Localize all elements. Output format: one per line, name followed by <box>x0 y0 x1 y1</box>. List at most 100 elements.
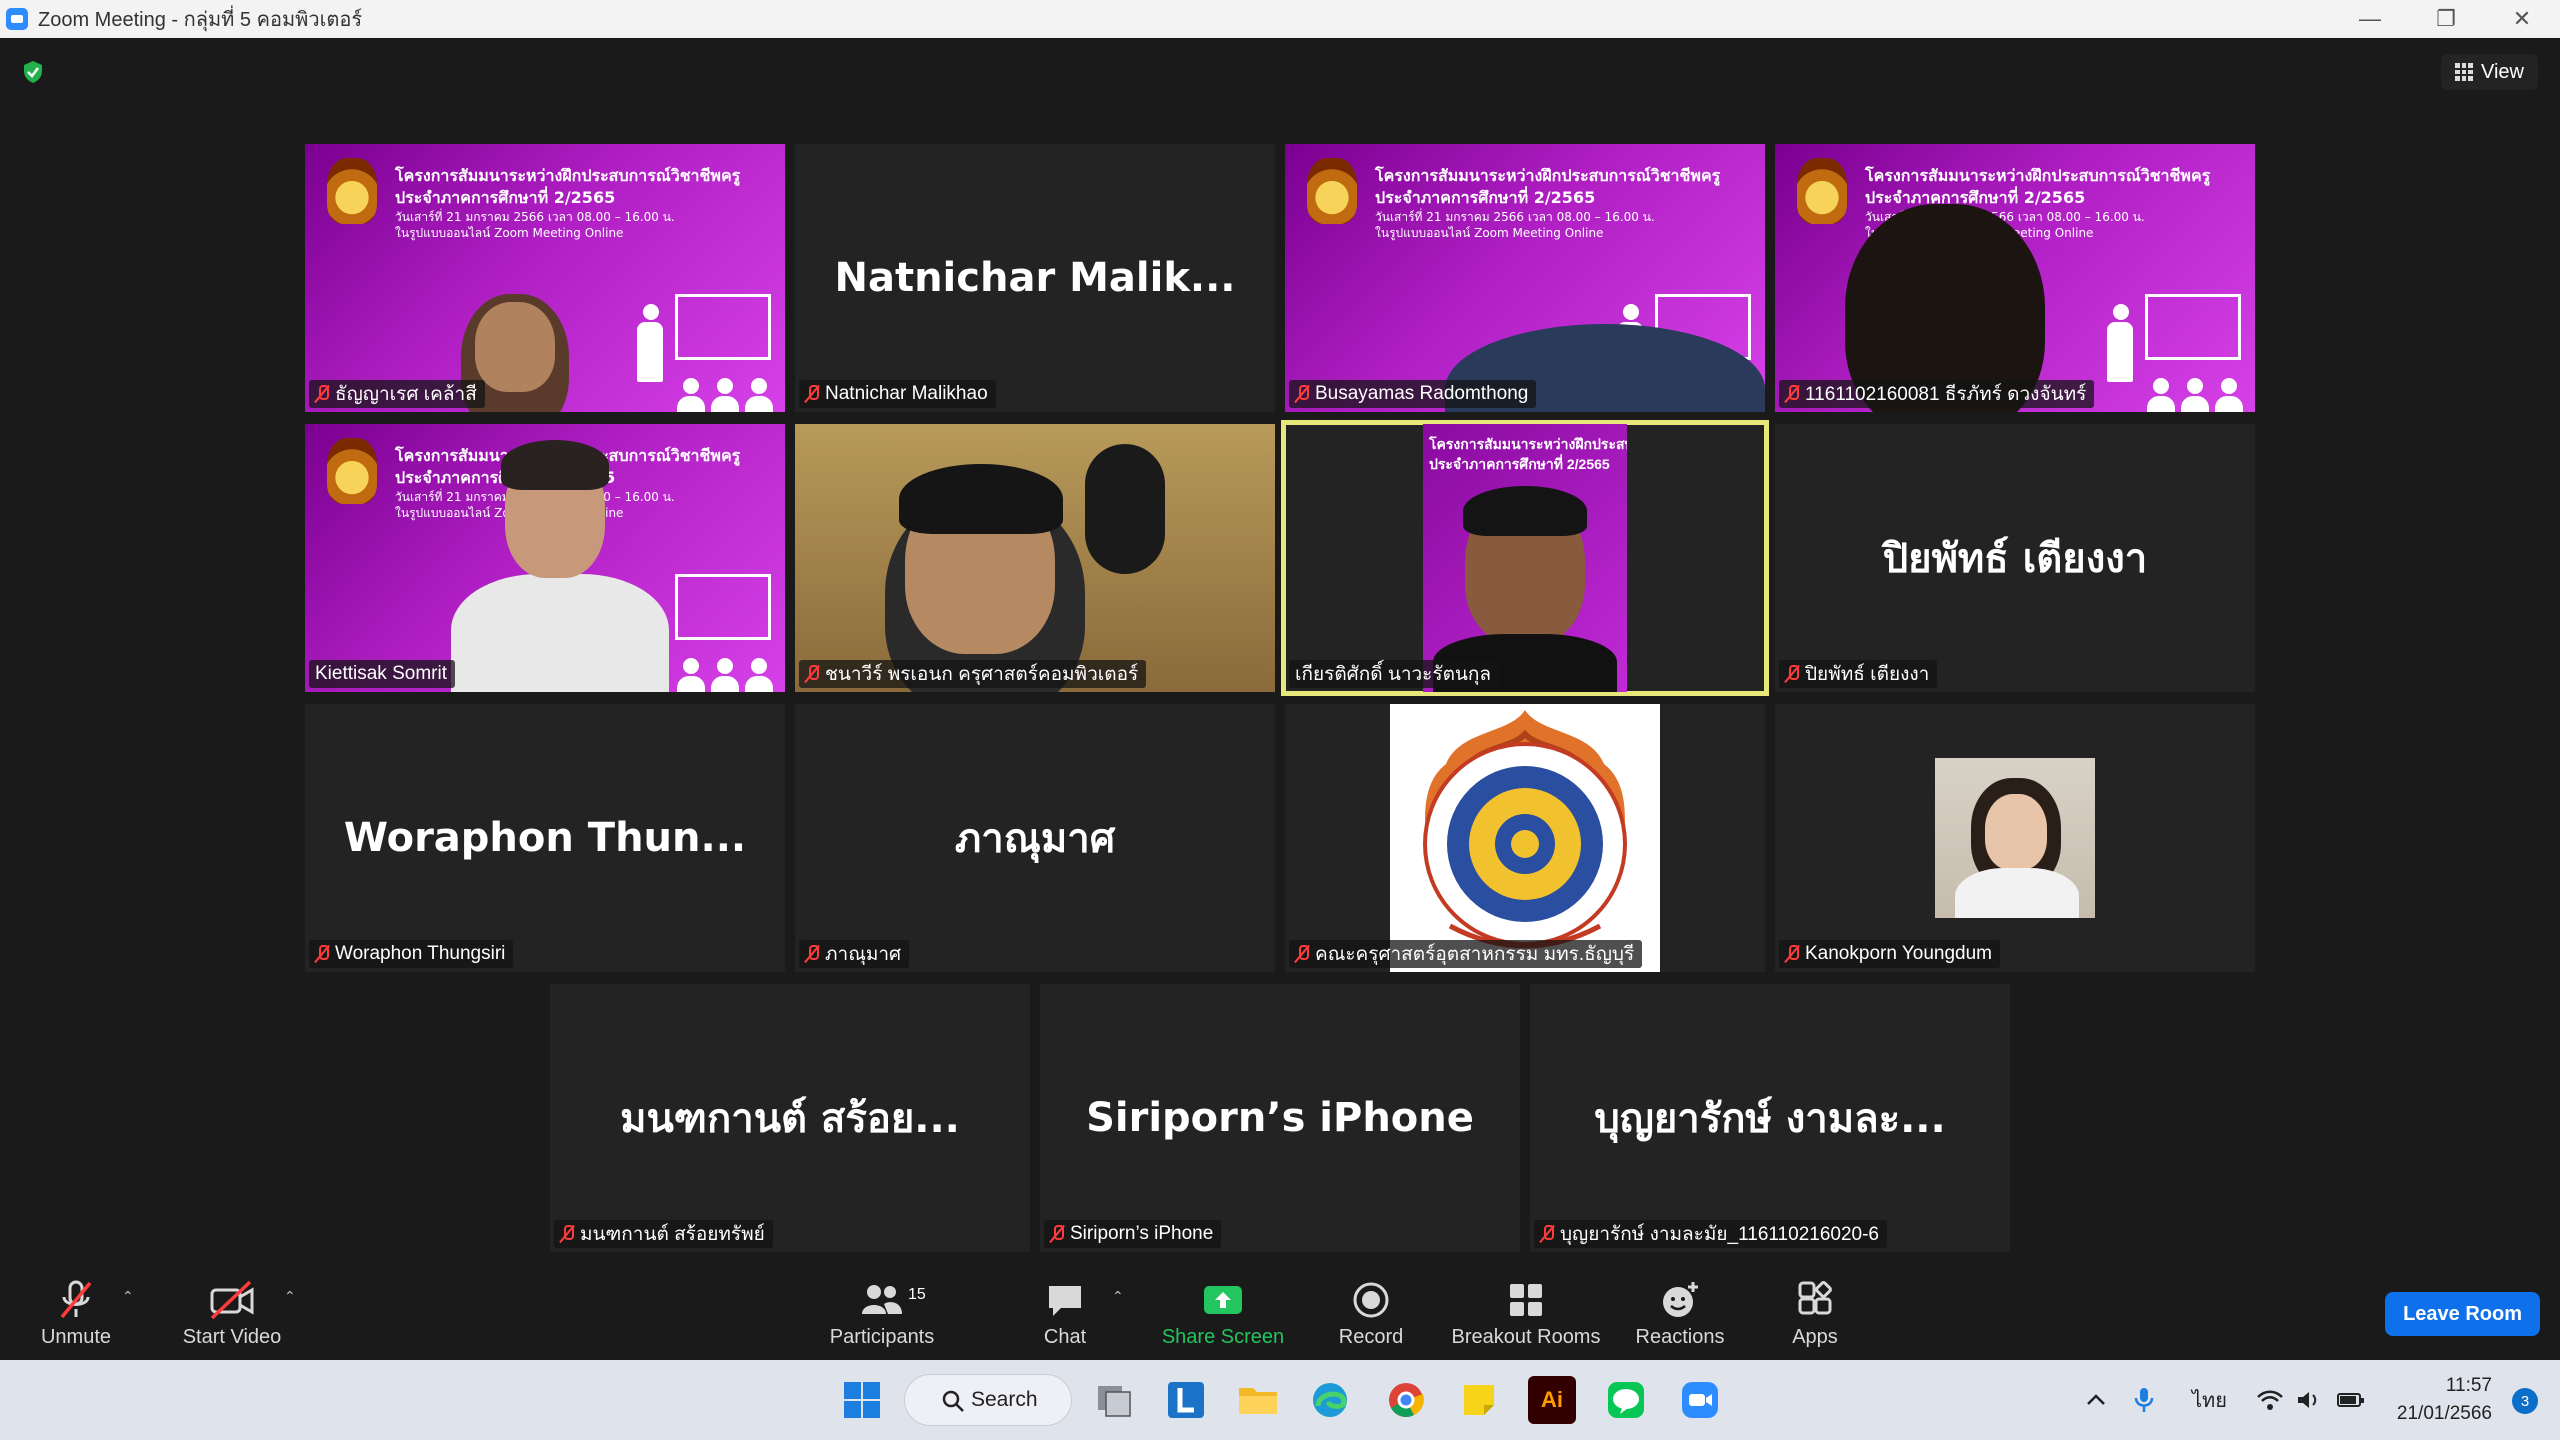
muted-mic-icon <box>1050 1224 1064 1244</box>
battery-icon[interactable] <box>2336 1360 2366 1440</box>
breakout-rooms-icon <box>1510 1284 1542 1316</box>
participant-display-name: ปิยพัทธ์ เตียงงา <box>1882 536 2148 582</box>
microphone-object <box>1085 444 1165 574</box>
muted-mic-icon <box>1295 944 1309 964</box>
participant-display-name: ภาณุมาศ <box>954 816 1116 862</box>
task-view-icon[interactable] <box>1090 1376 1138 1424</box>
participant-name-label: 1161102160081 ธีรภัทร์ ดวงจันทร์ <box>1779 380 2095 408</box>
participant-name-label: Busayamas Radomthong <box>1289 380 1537 408</box>
muted-mic-icon <box>1785 944 1799 964</box>
apps-button[interactable]: Apps <box>1775 1278 1855 1356</box>
video-tile[interactable]: ชนาวีร์ พรเอนก ครุศาสตร์คอมพิวเตอร์ <box>795 424 1275 692</box>
windows-start-icon[interactable] <box>838 1376 886 1424</box>
windows-taskbar: Search Ai ไทย 11:57 21/01/2566 3 <box>0 1360 2560 1440</box>
muted-mic-icon <box>1295 384 1309 404</box>
breakout-rooms-button[interactable]: Breakout Rooms <box>1448 1278 1604 1356</box>
encryption-shield-icon[interactable] <box>22 60 44 84</box>
video-tile[interactable]: โครงการสัมมนาระหว่างฝึกประสบการณ์วิชาชีพ… <box>1285 144 1765 412</box>
video-tile[interactable]: Kanokporn Youngdum <box>1775 704 2255 972</box>
l-app-icon[interactable] <box>1162 1376 1210 1424</box>
video-tile[interactable]: คณะครุศาสตร์อุตสาหกรรม มทร.ธัญบุรี <box>1285 704 1765 972</box>
participants-count: 15 <box>908 1286 926 1303</box>
chat-bubble-icon <box>1049 1286 1081 1316</box>
title-bar: Zoom Meeting - กลุ่มที่ 5 คอมพิวเตอร์ — … <box>0 0 2560 38</box>
window-title: Zoom Meeting - กลุ่มที่ 5 คอมพิวเตอร์ <box>38 9 363 31</box>
muted-mic-icon <box>560 1224 574 1244</box>
muted-mic-icon <box>805 664 819 684</box>
chrome-browser-icon[interactable] <box>1382 1376 1430 1424</box>
reactions-button[interactable]: Reactions <box>1630 1278 1730 1356</box>
university-emblem-icon <box>327 438 377 504</box>
video-tile[interactable]: โครงการสัมมนาระหว่างฝึกประสบการณ์วิชาชีพ… <box>305 144 785 412</box>
video-tile[interactable]: โครงการสัมมนาระหว่างฝึกประสบการณ์วิชาชีพ… <box>305 424 785 692</box>
microphone-muted-icon <box>60 1280 92 1319</box>
meeting-area: View โครงการสัมมนาระหว่างฝึกประสบการณ์วิ… <box>0 38 2560 1268</box>
taskbar-search[interactable]: Search <box>904 1374 1072 1426</box>
unmute-button[interactable]: Unmute <box>36 1278 116 1356</box>
university-emblem-icon <box>1797 158 1847 224</box>
participant-name-label: Natnichar Malikhao <box>799 380 996 408</box>
university-emblem-icon <box>1307 158 1357 224</box>
edge-browser-icon[interactable] <box>1306 1376 1354 1424</box>
zoom-logo-icon <box>6 8 28 30</box>
participants-icon <box>862 1285 902 1314</box>
participant-display-name: บุญยารักษ์ งามละ... <box>1594 1096 1946 1142</box>
university-emblem-icon <box>327 158 377 224</box>
participant-name-label: ภาณุมาศ <box>799 940 910 968</box>
university-logo-icon <box>1423 710 1627 949</box>
record-button[interactable]: Record <box>1331 1278 1411 1356</box>
video-tile[interactable]: Natnichar Malik... Natnichar Malikhao <box>795 144 1275 412</box>
video-tile[interactable]: ปิยพัทธ์ เตียงงา ปิยพัทธ์ เตียงงา <box>1775 424 2255 692</box>
tray-microphone-icon[interactable] <box>2134 1360 2154 1440</box>
video-tile[interactable]: บุญยารักษ์ งามละ... บุญยารักษ์ งามละมัย_… <box>1530 984 2010 1252</box>
muted-mic-icon <box>315 944 329 964</box>
participant-display-name: Natnichar Malik... <box>834 255 1236 301</box>
view-button-label: View <box>2481 60 2524 83</box>
participant-name-label: บุญยารักษ์ งามละมัย_116110216020-6 <box>1534 1220 1887 1248</box>
video-tile[interactable]: มนฑกานต์ สร้อย... มนฑกานต์ สร้อยทรัพย์ <box>550 984 1030 1252</box>
input-language-indicator[interactable]: ไทย <box>2192 1360 2227 1440</box>
video-tile[interactable]: ภาณุมาศ ภาณุมาศ <box>795 704 1275 972</box>
video-tile[interactable]: Siriporn’s iPhone Siriporn’s iPhone <box>1040 984 1520 1252</box>
close-button[interactable]: ✕ <box>2484 0 2560 38</box>
file-explorer-icon[interactable] <box>1234 1376 1282 1424</box>
video-tile[interactable]: Woraphon Thun... Woraphon Thungsiri <box>305 704 785 972</box>
grid-view-icon <box>2455 63 2473 81</box>
chat-button[interactable]: Chat <box>1025 1278 1105 1356</box>
video-camera-off-icon <box>210 1280 254 1320</box>
meeting-toolbar: Unmute ⌃ Start Video ⌃ Participants 15 C… <box>0 1268 2560 1360</box>
participant-name-label: มนฑกานต์ สร้อยทรัพย์ <box>554 1220 773 1248</box>
participant-name-label: ธัญญาเรศ เคล้าสี <box>309 380 485 408</box>
tray-overflow-chevron[interactable] <box>2084 1360 2108 1440</box>
system-clock[interactable]: 11:57 21/01/2566 <box>2397 1372 2492 1428</box>
sticky-notes-icon[interactable] <box>1455 1376 1503 1424</box>
illustrator-icon[interactable]: Ai <box>1528 1376 1576 1424</box>
notification-badge[interactable]: 3 <box>2512 1388 2538 1414</box>
minimize-button[interactable]: — <box>2332 0 2408 38</box>
leave-room-button[interactable]: Leave Room <box>2385 1292 2540 1336</box>
audio-options-caret[interactable]: ⌃ <box>122 1288 140 1306</box>
restore-button[interactable]: ❐ <box>2408 0 2484 38</box>
zoom-window: Zoom Meeting - กลุ่มที่ 5 คอมพิวเตอร์ — … <box>0 0 2560 1440</box>
video-tile[interactable]: โครงการสัมมนาระหว่างฝึกประสบการณ์วิชาชีพ… <box>1775 144 2255 412</box>
participant-video <box>451 574 669 692</box>
line-messenger-icon[interactable] <box>1602 1376 1650 1424</box>
chat-options-caret[interactable]: ⌃ <box>1112 1288 1130 1306</box>
volume-icon[interactable] <box>2296 1360 2322 1440</box>
start-video-button[interactable]: Start Video <box>176 1278 288 1356</box>
search-icon <box>942 1390 964 1412</box>
record-icon <box>1353 1282 1389 1318</box>
video-options-caret[interactable]: ⌃ <box>284 1288 302 1306</box>
participant-name-label: คณะครุศาสตร์อุตสาหกรรม มทร.ธัญบุรี <box>1289 940 1643 968</box>
reactions-smiley-icon <box>1663 1282 1698 1317</box>
muted-mic-icon <box>1785 664 1799 684</box>
chevron-up-icon <box>2087 1394 2105 1405</box>
participant-name-label: ชนาวีร์ พรเอนก ครุศาสตร์คอมพิวเตอร์ <box>799 660 1147 688</box>
share-screen-button[interactable]: Share Screen <box>1158 1278 1288 1356</box>
participant-display-name: Woraphon Thun... <box>343 815 747 861</box>
view-button[interactable]: View <box>2441 54 2538 90</box>
zoom-taskbar-icon[interactable] <box>1676 1376 1724 1424</box>
wifi-icon[interactable] <box>2256 1360 2284 1440</box>
video-tile-active-speaker[interactable]: โครงการสัมมนาระหว่างฝึกประสบการณ์วิชาชีพ… <box>1281 420 1769 696</box>
participant-name-label: Kanokporn Youngdum <box>1779 940 2000 968</box>
